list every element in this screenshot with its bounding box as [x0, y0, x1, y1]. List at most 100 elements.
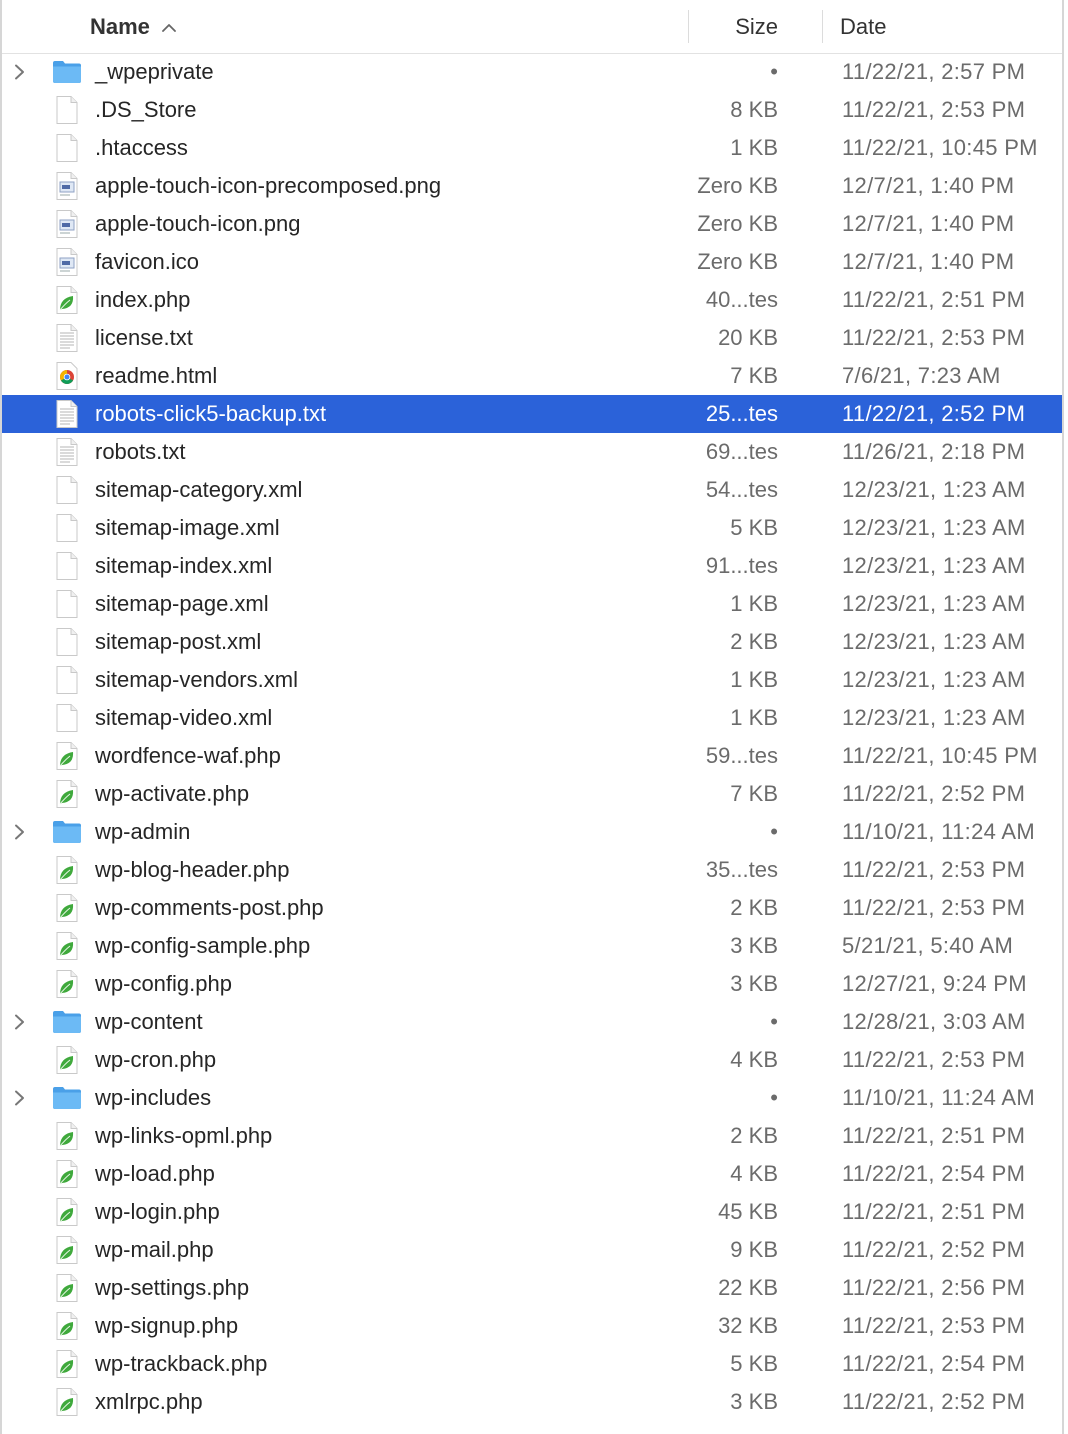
file-row[interactable]: wp-activate.php 7 KB 11/22/21, 2:52 PM [2, 775, 1062, 813]
file-date: 5/21/21, 5:40 AM [842, 933, 1014, 958]
file-row[interactable]: sitemap-image.xml 5 KB 12/23/21, 1:23 AM [2, 509, 1062, 547]
php-document-icon [52, 893, 82, 923]
file-date: 11/22/21, 2:51 PM [842, 1199, 1026, 1224]
file-row[interactable]: wp-mail.php 9 KB 11/22/21, 2:52 PM [2, 1231, 1062, 1269]
folder-icon [52, 1083, 82, 1113]
file-row[interactable]: apple-touch-icon.png Zero KB 12/7/21, 1:40… [2, 205, 1062, 243]
folder-row[interactable]: wp-content • 12/28/21, 3:03 AM [2, 1003, 1062, 1041]
file-size: 9 KB [730, 1237, 778, 1262]
file-row[interactable]: wp-config.php 3 KB 12/27/21, 9:24 PM [2, 965, 1062, 1003]
file-row[interactable]: wp-login.php 45 KB 11/22/21, 2:51 PM [2, 1193, 1062, 1231]
file-size: 25...tes [705, 401, 778, 426]
chevron-right-icon[interactable] [12, 1003, 30, 1041]
file-name: wp-mail.php [95, 1237, 214, 1262]
folder-row[interactable]: _wpeprivate • 11/22/21, 2:57 PM [2, 53, 1062, 91]
file-row[interactable]: sitemap-post.xml 2 KB 12/23/21, 1:23 AM [2, 623, 1062, 661]
date-column-label: Date [840, 14, 887, 39]
file-size: 5 KB [730, 515, 778, 540]
file-size: 20 KB [718, 325, 778, 350]
file-date: 11/22/21, 2:52 PM [842, 781, 1026, 806]
chevron-right-icon[interactable] [12, 813, 30, 851]
file-size: 69...tes [705, 439, 778, 464]
file-row[interactable]: wp-config-sample.php 3 KB 5/21/21, 5:40 AM [2, 927, 1062, 965]
file-date: 11/22/21, 2:53 PM [842, 1313, 1026, 1338]
file-row[interactable]: wordfence-waf.php 59...tes 11/22/21, 10:45… [2, 737, 1062, 775]
file-row[interactable]: wp-signup.php 32 KB 11/22/21, 2:53 PM [2, 1307, 1062, 1345]
document-icon [52, 665, 82, 695]
file-size: 1 KB [730, 135, 778, 160]
file-row[interactable]: apple-touch-icon-precomposed.png Zero KB 1… [2, 167, 1062, 205]
file-name: wordfence-waf.php [95, 743, 281, 768]
file-row[interactable]: wp-cron.php 4 KB 11/22/21, 2:53 PM [2, 1041, 1062, 1079]
size-column-header[interactable]: Size [688, 0, 778, 53]
file-name: .DS_Store [95, 97, 197, 122]
document-icon [52, 513, 82, 543]
file-name: sitemap-index.xml [95, 553, 273, 578]
php-document-icon [52, 931, 82, 961]
document-icon [52, 703, 82, 733]
file-size: • [770, 819, 778, 844]
file-size: 4 KB [730, 1047, 778, 1072]
file-size: 2 KB [730, 895, 778, 920]
name-column-header[interactable]: Name [90, 0, 176, 53]
file-date: 11/22/21, 2:54 PM [842, 1351, 1026, 1376]
file-date: 12/23/21, 1:23 AM [842, 629, 1026, 654]
file-size: • [770, 1009, 778, 1034]
file-name: wp-cron.php [95, 1047, 217, 1072]
file-name: .htaccess [95, 135, 188, 160]
file-date: 12/23/21, 1:23 AM [842, 553, 1026, 578]
php-document-icon [52, 1045, 82, 1075]
file-row[interactable]: sitemap-video.xml 1 KB 12/23/21, 1:23 AM [2, 699, 1062, 737]
file-size: 3 KB [730, 971, 778, 996]
file-date: 12/27/21, 9:24 PM [842, 971, 1027, 996]
file-size: 45 KB [718, 1199, 778, 1224]
file-date: 11/10/21, 11:24 AM [842, 1085, 1035, 1110]
php-document-icon [52, 1235, 82, 1265]
file-row[interactable]: robots.txt 69...tes 11/26/21, 2:18 PM [2, 433, 1062, 471]
file-row[interactable]: robots-click5-backup.txt 25...tes 11/22/21… [2, 395, 1062, 433]
column-divider[interactable] [822, 10, 823, 43]
file-size: 59...tes [705, 743, 778, 768]
file-size: 22 KB [718, 1275, 778, 1300]
file-row[interactable]: wp-comments-post.php 2 KB 11/22/21, 2:53 P… [2, 889, 1062, 927]
file-row[interactable]: sitemap-index.xml 91...tes 12/23/21, 1:23 … [2, 547, 1062, 585]
text-document-icon [52, 437, 82, 467]
file-row[interactable]: favicon.ico Zero KB 12/7/21, 1:40 PM [2, 243, 1062, 281]
file-row[interactable]: wp-trackback.php 5 KB 11/22/21, 2:54 PM [2, 1345, 1062, 1383]
file-name: sitemap-category.xml [95, 477, 303, 502]
file-name: robots-click5-backup.txt [95, 401, 327, 426]
file-row[interactable]: sitemap-category.xml 54...tes 12/23/21, 1:… [2, 471, 1062, 509]
php-document-icon [52, 779, 82, 809]
chevron-right-icon[interactable] [12, 53, 30, 91]
file-name: wp-activate.php [95, 781, 250, 806]
file-size: 2 KB [730, 629, 778, 654]
file-row[interactable]: sitemap-page.xml 1 KB 12/23/21, 1:23 AM [2, 585, 1062, 623]
file-date: 12/23/21, 1:23 AM [842, 667, 1026, 692]
file-date: 11/22/21, 2:51 PM [842, 287, 1026, 312]
file-size: 1 KB [730, 705, 778, 730]
file-row[interactable]: license.txt 20 KB 11/22/21, 2:53 PM [2, 319, 1062, 357]
file-size: Zero KB [697, 173, 778, 198]
file-row[interactable]: sitemap-vendors.xml 1 KB 12/23/21, 1:23 AM [2, 661, 1062, 699]
file-row[interactable]: wp-links-opml.php 2 KB 11/22/21, 2:51 PM [2, 1117, 1062, 1155]
file-date: 12/7/21, 1:40 PM [842, 211, 1015, 236]
php-document-icon [52, 1159, 82, 1189]
file-row[interactable]: .htaccess 1 KB 11/22/21, 10:45 PM [2, 129, 1062, 167]
file-size: Zero KB [697, 249, 778, 274]
file-row[interactable]: index.php 40...tes 11/22/21, 2:51 PM [2, 281, 1062, 319]
file-date: 11/22/21, 10:45 PM [842, 743, 1038, 768]
file-row[interactable]: .DS_Store 8 KB 11/22/21, 2:53 PM [2, 91, 1062, 129]
folder-row[interactable]: wp-admin • 11/10/21, 11:24 AM [2, 813, 1062, 851]
name-column-label: Name [90, 14, 150, 39]
file-row[interactable]: wp-blog-header.php 35...tes 11/22/21, 2:53… [2, 851, 1062, 889]
file-row[interactable]: xmlrpc.php 3 KB 11/22/21, 2:52 PM [2, 1383, 1062, 1421]
date-column-header[interactable]: Date [840, 0, 886, 53]
file-row[interactable]: wp-settings.php 22 KB 11/22/21, 2:56 PM [2, 1269, 1062, 1307]
file-row[interactable]: readme.html 7 KB 7/6/21, 7:23 AM [2, 357, 1062, 395]
file-row[interactable]: wp-load.php 4 KB 11/22/21, 2:54 PM [2, 1155, 1062, 1193]
file-name: xmlrpc.php [95, 1389, 203, 1414]
folder-row[interactable]: wp-includes • 11/10/21, 11:24 AM [2, 1079, 1062, 1117]
chrome-html-icon [52, 361, 82, 391]
file-size: 91...tes [705, 553, 778, 578]
chevron-right-icon[interactable] [12, 1079, 30, 1117]
